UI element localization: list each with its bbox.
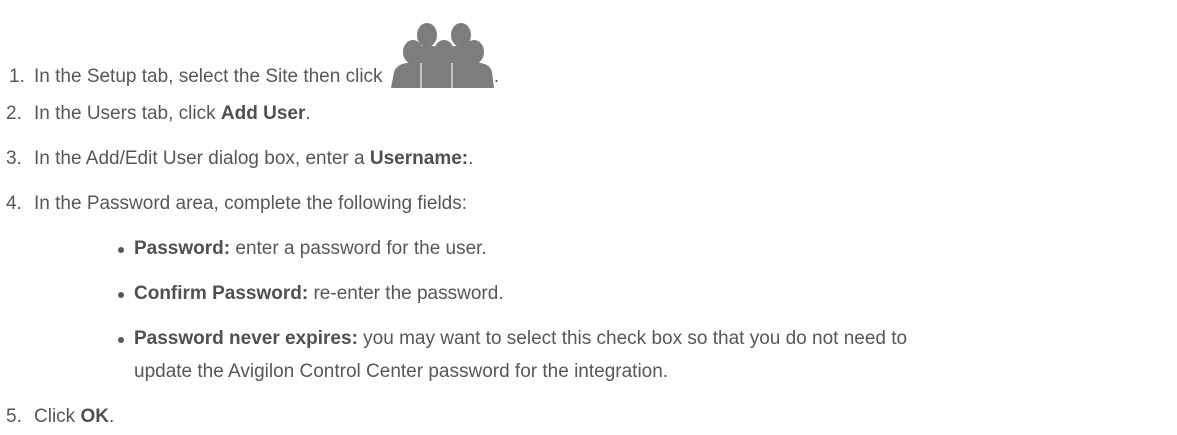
field-description: you may want to select this check box so… [357,328,908,349]
step-4: 4. In the Password area, complete the fol… [0,192,467,216]
users-icon [390,23,494,88]
instruction-document: 1. In the Setup tab, select the Site then… [0,0,1177,435]
step-text: In the Users tab, click [34,103,221,124]
username-label: Username: [369,148,469,169]
add-user-label: Add User [220,103,306,124]
step-text: In the Setup tab, select the Site then c… [34,66,388,87]
step-number: 3. [6,148,22,169]
field-label: Confirm Password: [134,283,309,304]
step-text: Click [34,406,81,427]
bullet-dot [118,247,124,253]
field-label: Password never expires: [134,328,358,349]
field-text: Password: enter a password for the user. [134,237,487,261]
field-text: Confirm Password: re-enter the password. [134,282,504,306]
step-text-end: . [493,66,500,87]
field-item-continuation: update the Avigilon Control Center passw… [134,360,668,384]
step-number: 2. [6,103,22,124]
step-number: 4. [6,193,22,214]
step-number: 5. [6,406,22,427]
bullet-dot [118,292,124,298]
step-5: 5. Click OK. [0,405,114,429]
field-description-continued: update the Avigilon Control Center passw… [134,361,669,382]
step-text: In the Add/Edit User dialog box, enter a [34,148,370,169]
field-text: Password never expires: you may want to … [134,327,907,351]
step-text-end: . [468,148,474,169]
step-2: 2. In the Users tab, click Add User. [0,102,311,126]
step-1: 1. In the Setup tab, select the Site then… [0,22,499,89]
field-description: enter a password for the user. [230,238,487,259]
step-3: 3. In the Add/Edit User dialog box, enter… [0,147,473,171]
step-text: In the Password area, complete the follo… [34,193,468,214]
step-text-end: . [305,103,311,124]
step-text-end: . [108,406,115,427]
bullet-dot [118,337,124,343]
field-label: Password: [134,238,231,259]
field-description: re-enter the password. [308,283,504,304]
step-number: 1. [9,66,25,87]
ok-label: OK [80,406,109,427]
